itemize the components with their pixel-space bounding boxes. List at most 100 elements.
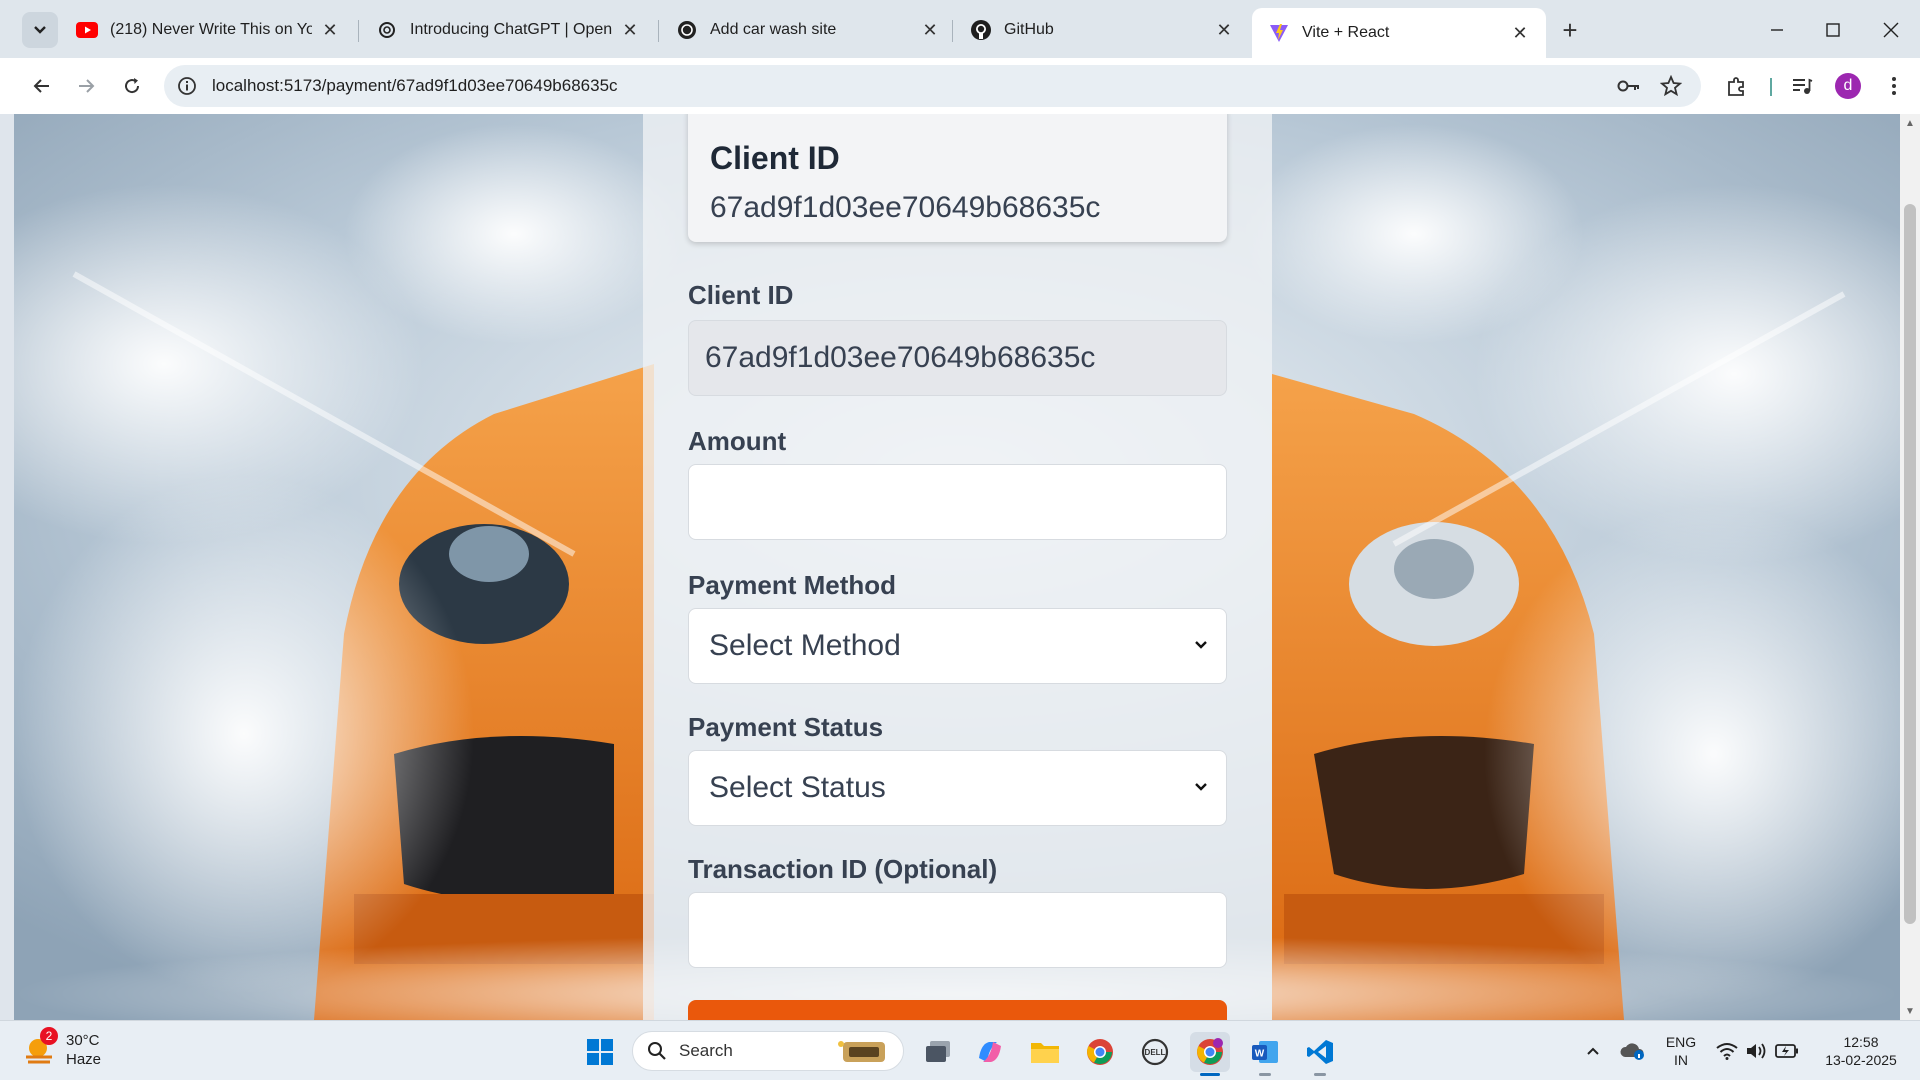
tab-youtube[interactable]: (218) Never Write This on Your C ✕ bbox=[60, 8, 356, 52]
github-icon bbox=[970, 19, 992, 41]
openai-icon bbox=[676, 19, 698, 41]
address-bar[interactable]: localhost:5173/payment/67ad9f1d03ee70649… bbox=[164, 65, 1701, 107]
client-id-field[interactable]: 67ad9f1d03ee70649b68635c bbox=[688, 320, 1227, 396]
url-path: :5173/payment/67ad9f1d03ee70649b68635c bbox=[279, 76, 618, 95]
key-icon bbox=[1617, 80, 1639, 92]
page-viewport: Client ID 67ad9f1d03ee70649b68635c Clien… bbox=[14, 114, 1900, 1020]
payment-method-label: Payment Method bbox=[688, 570, 897, 600]
file-explorer-app[interactable] bbox=[1025, 1032, 1065, 1072]
scroll-down-arrow-icon[interactable]: ▼ bbox=[1900, 1002, 1920, 1020]
openai-icon bbox=[376, 19, 398, 41]
wifi-tray-button[interactable] bbox=[1714, 1039, 1740, 1063]
more-vert-icon bbox=[1892, 77, 1896, 95]
weather-widget[interactable]: 2 30°C Haze bbox=[22, 1027, 102, 1069]
tab-title: Add car wash site bbox=[710, 21, 837, 38]
puzzle-icon bbox=[1728, 77, 1744, 96]
task-view-button[interactable] bbox=[918, 1032, 958, 1072]
task-view-icon bbox=[926, 1041, 950, 1062]
svg-text:DELL: DELL bbox=[1145, 1048, 1166, 1057]
close-icon[interactable]: ✕ bbox=[320, 20, 340, 40]
payment-status-label: Payment Status bbox=[688, 712, 884, 742]
avatar: d bbox=[1835, 73, 1861, 99]
vscode-app[interactable] bbox=[1300, 1032, 1340, 1076]
weather-condition: Haze bbox=[66, 1051, 102, 1068]
payment-method-select[interactable]: Select Method bbox=[688, 608, 1227, 684]
show-hidden-icons-button[interactable] bbox=[1582, 1039, 1604, 1063]
browser-menu-button[interactable] bbox=[1876, 68, 1912, 104]
tab-search-button[interactable] bbox=[22, 12, 58, 48]
amount-input[interactable] bbox=[688, 464, 1227, 540]
media-queue-icon bbox=[1793, 78, 1813, 94]
notification-badge: 2 bbox=[40, 1027, 58, 1045]
chrome-profile-app[interactable] bbox=[1190, 1032, 1230, 1076]
copilot-app[interactable] bbox=[970, 1032, 1010, 1072]
bookmark-button[interactable] bbox=[1654, 69, 1688, 103]
reload-button[interactable] bbox=[114, 68, 150, 104]
tab-github[interactable]: GitHub ✕ bbox=[954, 8, 1250, 52]
running-indicator bbox=[1259, 1073, 1271, 1076]
payment-status-selected: Select Status bbox=[709, 771, 886, 804]
password-key-button[interactable] bbox=[1612, 69, 1646, 103]
chrome-app[interactable] bbox=[1080, 1032, 1120, 1072]
new-tab-button[interactable]: + bbox=[1552, 12, 1588, 48]
taskbar-search-box[interactable]: Search bbox=[632, 1031, 904, 1071]
close-icon[interactable]: ✕ bbox=[920, 20, 940, 40]
forward-button[interactable] bbox=[68, 68, 104, 104]
star-icon bbox=[1660, 75, 1682, 97]
arrow-right-icon bbox=[79, 79, 95, 93]
minimize-button[interactable] bbox=[1754, 10, 1800, 50]
info-card-client-id: 67ad9f1d03ee70649b68635c bbox=[710, 191, 1101, 224]
page-scrollbar[interactable]: ▲ ▼ bbox=[1900, 114, 1920, 1020]
profile-button[interactable]: d bbox=[1830, 68, 1866, 104]
chevron-down-icon bbox=[1194, 637, 1208, 655]
back-button[interactable] bbox=[24, 68, 60, 104]
windows-taskbar: 2 30°C Haze Search DELL W ENG IN 12:58 1… bbox=[0, 1020, 1920, 1080]
site-info-icon[interactable] bbox=[176, 75, 198, 97]
chevron-down-icon bbox=[1194, 779, 1208, 797]
tab-add-car-wash[interactable]: Add car wash site ✕ bbox=[660, 8, 956, 52]
maximize-button[interactable] bbox=[1810, 10, 1856, 50]
tab-vite-react[interactable]: Vite + React ✕ bbox=[1252, 8, 1546, 58]
dell-icon: DELL bbox=[1141, 1038, 1169, 1066]
arrow-left-icon bbox=[33, 79, 49, 93]
taskbar-search-placeholder: Search bbox=[679, 1041, 733, 1060]
client-id-label: Client ID bbox=[688, 280, 794, 310]
clock-date: 13-02-2025 bbox=[1825, 1052, 1897, 1068]
dell-app[interactable]: DELL bbox=[1135, 1032, 1175, 1072]
transaction-id-label: Transaction ID (Optional) bbox=[688, 854, 998, 884]
word-app[interactable]: W bbox=[1245, 1032, 1285, 1076]
close-icon[interactable]: ✕ bbox=[1510, 23, 1530, 43]
plus-icon: + bbox=[1562, 14, 1578, 45]
tab-strip: (218) Never Write This on Your C ✕ Intro… bbox=[0, 0, 1920, 58]
tab-separator bbox=[358, 20, 359, 42]
media-control-button[interactable] bbox=[1784, 68, 1820, 104]
tab-title: (218) Never Write This on Your C bbox=[110, 21, 312, 38]
tab-chatgpt[interactable]: Introducing ChatGPT | OpenAI ✕ bbox=[360, 8, 656, 52]
reload-icon bbox=[125, 78, 140, 94]
close-icon[interactable]: ✕ bbox=[1214, 20, 1234, 40]
battery-tray-button[interactable] bbox=[1774, 1039, 1800, 1063]
payment-status-select[interactable]: Select Status bbox=[688, 750, 1227, 826]
transaction-id-input[interactable] bbox=[688, 892, 1227, 968]
volume-tray-button[interactable] bbox=[1744, 1039, 1770, 1063]
close-icon[interactable]: ✕ bbox=[620, 20, 640, 40]
clock[interactable]: 12:58 13-02-2025 bbox=[1812, 1033, 1910, 1069]
extensions-button[interactable] bbox=[1718, 68, 1754, 104]
chevron-down-icon bbox=[34, 26, 46, 34]
onedrive-tray-button[interactable] bbox=[1620, 1039, 1646, 1063]
speaker-icon bbox=[1747, 1043, 1766, 1059]
search-highlight-icon bbox=[838, 1041, 885, 1062]
payment-method-selected: Select Method bbox=[709, 629, 901, 662]
submit-payment-button[interactable] bbox=[688, 1000, 1227, 1020]
amount-label: Amount bbox=[688, 426, 787, 456]
search-icon bbox=[648, 1042, 666, 1060]
tab-title: Introducing ChatGPT | OpenAI bbox=[410, 21, 612, 38]
close-window-button[interactable] bbox=[1868, 10, 1914, 50]
weather-haze-icon: 2 bbox=[22, 1027, 58, 1067]
scroll-up-arrow-icon[interactable]: ▲ bbox=[1900, 114, 1920, 132]
language-indicator[interactable]: ENG IN bbox=[1660, 1033, 1702, 1069]
tab-separator bbox=[952, 20, 953, 42]
weather-temperature: 30°C bbox=[66, 1032, 100, 1049]
start-button[interactable] bbox=[580, 1032, 620, 1072]
scrollbar-thumb[interactable] bbox=[1904, 204, 1916, 924]
